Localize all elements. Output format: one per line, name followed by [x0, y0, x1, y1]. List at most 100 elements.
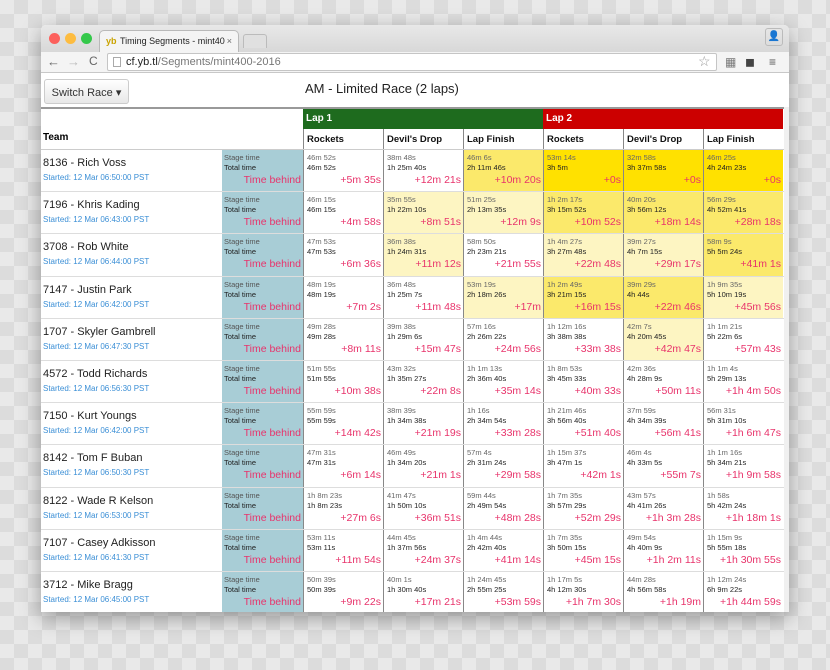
- team-cell[interactable]: 8136 - Rich Voss Started: 12 Mar 06:50:00…: [41, 150, 222, 191]
- time-behind-label: Time behind: [243, 216, 301, 229]
- time-behind: +15m 47s: [414, 342, 461, 355]
- reload-icon[interactable]: C: [89, 54, 98, 68]
- total-time: 3h 45m 33s: [547, 373, 587, 383]
- total-time: 4h 24m 23s: [707, 163, 747, 172]
- time-behind: +1h 30m 55s: [719, 553, 781, 566]
- team-name[interactable]: 8142 - Tom F Buban: [43, 452, 222, 464]
- segment-cell: 55m 59s 55m 59s +14m 42s: [303, 403, 383, 445]
- column-header[interactable]: Rockets: [303, 129, 383, 149]
- column-header[interactable]: Lap Finish: [463, 129, 543, 149]
- bookmark-star-icon[interactable]: ☆: [698, 53, 711, 70]
- total-time: 3h 56m 40s: [547, 416, 587, 426]
- team-name[interactable]: 1707 - Skyler Gambrell: [43, 326, 222, 338]
- stage-time: 49m 28s: [307, 321, 336, 331]
- stage-time: 46m 6s: [467, 153, 492, 162]
- column-header[interactable]: Devil's Drop: [383, 129, 463, 149]
- browser-tab[interactable]: yb Timing Segments - mint40 ×: [99, 30, 239, 52]
- extension-icon[interactable]: ◼: [745, 55, 755, 69]
- team-name[interactable]: 7147 - Justin Park: [43, 284, 222, 296]
- total-time: 2h 34m 54s: [467, 416, 507, 426]
- new-tab-button[interactable]: [243, 34, 267, 48]
- minimize-window-button[interactable]: [65, 33, 76, 44]
- team-cell[interactable]: 1707 - Skyler Gambrell Started: 12 Mar 06…: [41, 319, 222, 360]
- user-profile-icon[interactable]: 👤: [765, 28, 783, 46]
- tab-bar: yb Timing Segments - mint40 × 👤: [41, 25, 789, 52]
- team-cell[interactable]: 7147 - Justin Park Started: 12 Mar 06:42:…: [41, 277, 222, 318]
- segment-cell: 1h 1m 13s 2h 36m 40s +35m 14s: [463, 360, 543, 403]
- stage-time: 1h 24m 45s: [467, 574, 507, 584]
- total-time: 4h 33m 5s: [627, 458, 663, 468]
- team-cell[interactable]: 4572 - Todd Richards Started: 12 Mar 06:5…: [41, 361, 222, 402]
- team-cell[interactable]: 7196 - Khris Kading Started: 12 Mar 06:43…: [41, 192, 222, 233]
- time-behind: +10m 20s: [494, 174, 541, 186]
- segment-cell: 47m 53s 47m 53s +6m 36s: [303, 234, 383, 276]
- start-time: Started: 12 Mar 06:45:00 PST: [43, 594, 150, 604]
- segment-cell: 1h 7m 35s 3h 50m 15s +45m 15s: [543, 529, 623, 571]
- segment-cell: 39m 29s 4h 44s +22m 46s: [623, 276, 703, 318]
- stage-time-label: Stage time: [224, 153, 260, 162]
- row-labels: Stage time Total time Time behind: [222, 445, 303, 487]
- scrollbar[interactable]: [784, 107, 789, 612]
- time-behind-label: Time behind: [243, 427, 301, 440]
- team-cell[interactable]: 3712 - Mike Bragg Started: 12 Mar 06:45:0…: [41, 572, 222, 612]
- total-time: 4h 56m 58s: [627, 584, 667, 594]
- team-name[interactable]: 3712 - Mike Bragg: [43, 579, 222, 591]
- table-row: 4572 - Todd Richards Started: 12 Mar 06:5…: [41, 360, 784, 404]
- team-cell[interactable]: 8142 - Tom F Buban Started: 12 Mar 06:50:…: [41, 445, 222, 486]
- stage-time: 1h 1m 16s: [707, 448, 743, 458]
- column-header[interactable]: Rockets: [543, 129, 623, 149]
- team-cell[interactable]: 3708 - Rob White Started: 12 Mar 06:44:00…: [41, 234, 222, 275]
- address-bar[interactable]: cf.yb.tl/Segments/mint400-2016: [107, 53, 717, 71]
- team-name[interactable]: 7107 - Casey Adkisson: [43, 537, 222, 549]
- back-icon[interactable]: ←: [47, 54, 60, 69]
- column-header[interactable]: Lap Finish: [703, 129, 783, 149]
- team-name[interactable]: 7150 - Kurt Youngs: [43, 410, 222, 422]
- start-time: Started: 12 Mar 06:42:00 PST: [43, 426, 150, 436]
- time-behind: +24m 56s: [494, 342, 541, 355]
- team-cell[interactable]: 7150 - Kurt Youngs Started: 12 Mar 06:42:…: [41, 403, 222, 444]
- time-behind: +1h 44m 59s: [719, 595, 781, 608]
- team-cell[interactable]: 8122 - Wade R Kelson Started: 12 Mar 06:5…: [41, 488, 222, 529]
- stage-time: 56m 29s: [707, 195, 736, 205]
- stage-time: 48m 19s: [307, 279, 336, 289]
- segment-cell: 56m 31s 5h 31m 10s +1h 6m 47s: [703, 403, 783, 445]
- stage-time: 37m 59s: [627, 406, 656, 416]
- team-cell[interactable]: 7107 - Casey Adkisson Started: 12 Mar 06:…: [41, 530, 222, 571]
- total-time: 3h 50m 15s: [547, 542, 587, 552]
- close-window-button[interactable]: [49, 33, 60, 44]
- team-name[interactable]: 8136 - Rich Voss: [43, 157, 222, 169]
- time-behind: +40m 33s: [574, 384, 621, 397]
- team-name[interactable]: 4572 - Todd Richards: [43, 368, 222, 380]
- stage-time: 46m 4s: [627, 448, 652, 458]
- row-labels: Stage time Total time Time behind: [222, 571, 303, 612]
- time-behind-label: Time behind: [243, 258, 301, 271]
- team-name[interactable]: 8122 - Wade R Kelson: [43, 495, 222, 507]
- row-labels: Stage time Total time Time behind: [222, 276, 303, 318]
- team-name[interactable]: 3708 - Rob White: [43, 241, 222, 253]
- tab-title: Timing Segments - mint40: [120, 36, 225, 46]
- lap-header: Lap 1: [303, 109, 543, 129]
- time-behind: +10m 38s: [334, 384, 381, 397]
- segment-cell: 1h 12m 16s 3h 38m 38s +33m 38s: [543, 318, 623, 360]
- extension-icon[interactable]: ▦: [725, 55, 736, 69]
- column-header[interactable]: Devil's Drop: [623, 129, 703, 149]
- close-tab-icon[interactable]: ×: [227, 36, 232, 46]
- segment-cell: 46m 52s 46m 52s +5m 35s: [303, 150, 383, 192]
- total-time: 3h 27m 48s: [547, 247, 587, 257]
- switch-race-button[interactable]: Switch Race ▾: [44, 79, 129, 104]
- total-time: 4h 7m 15s: [627, 247, 663, 257]
- row-labels: Stage time Total time Time behind: [222, 150, 303, 192]
- stage-time: 53m 11s: [307, 532, 336, 542]
- stage-time: 36m 48s: [387, 279, 416, 289]
- segment-cell: 1h 12m 24s 6h 9m 22s +1h 44m 59s: [703, 571, 783, 612]
- time-behind: +55m 7s: [660, 469, 701, 482]
- team-name[interactable]: 7196 - Khris Kading: [43, 199, 222, 211]
- lap-header: Lap 2: [543, 109, 783, 129]
- time-behind: +0s: [763, 174, 781, 186]
- forward-icon[interactable]: →: [67, 54, 80, 69]
- menu-icon[interactable]: ≡: [769, 55, 776, 69]
- time-behind-label: Time behind: [243, 553, 301, 566]
- stage-time: 46m 52s: [307, 153, 336, 162]
- segment-cell: 1h 24m 45s 2h 55m 25s +53m 59s: [463, 571, 543, 612]
- maximize-window-button[interactable]: [81, 33, 92, 44]
